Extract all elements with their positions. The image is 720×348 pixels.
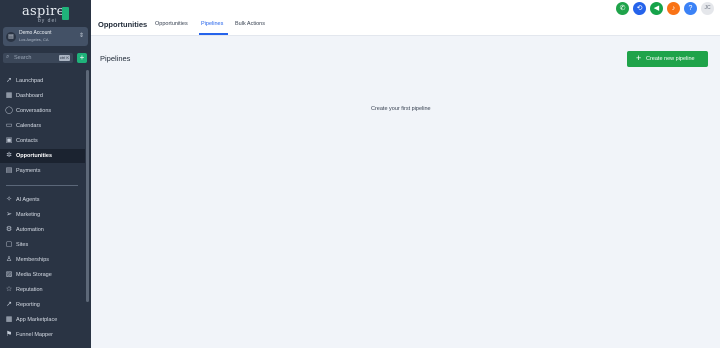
sidebar-item-reporting[interactable]: ↗ Reporting <box>0 298 85 312</box>
sidebar-item-label: Reputation <box>16 287 43 293</box>
megaphone-icon[interactable]: ◀ <box>650 2 663 15</box>
sidebar: aspire by dei ▤ Demo Account Los Angeles… <box>0 0 91 348</box>
quick-add-button[interactable]: + <box>77 53 87 63</box>
sidebar-item-automation[interactable]: ⚙ Automation <box>0 223 85 237</box>
app-logo[interactable]: aspire by dei <box>22 4 72 26</box>
sidebar-item-label: Media Storage <box>16 272 52 278</box>
search-shortcut-badge: ctrl K <box>58 55 70 61</box>
memberships-icon: ♙ <box>5 256 13 263</box>
search-icon: ⌕ <box>6 54 10 60</box>
marketing-icon: ➢ <box>6 211 12 218</box>
ai-agents-icon: ✧ <box>6 196 12 203</box>
user-avatar[interactable]: JC <box>701 2 714 15</box>
sidebar-item-payments[interactable]: ▤ Payments <box>0 164 85 178</box>
dashboard-icon: ▦ <box>5 92 13 99</box>
sync-icon[interactable]: ⟲ <box>633 2 646 15</box>
sidebar-item-marketing[interactable]: ➢ Marketing <box>0 208 85 222</box>
sidebar-item-label: Payments <box>16 168 41 174</box>
chevron-updown-icon: ⇕ <box>78 33 84 39</box>
chat-icon: ◯ <box>5 107 13 114</box>
search-input[interactable]: ⌕ Search ctrl K <box>3 53 73 63</box>
top-bar: Opportunities Opportunities Pipelines Bu… <box>91 0 720 36</box>
sidebar-item-label: Contacts <box>16 138 38 144</box>
phone-icon[interactable]: ✆ <box>616 2 629 15</box>
sidebar-item-sites[interactable]: ▢ Sites <box>0 238 85 252</box>
sidebar-item-reputation[interactable]: ☆ Reputation <box>0 283 85 297</box>
sidebar-item-label: Marketing <box>16 212 41 218</box>
help-icon[interactable]: ? <box>684 2 697 15</box>
sidebar-item-label: Reporting <box>16 302 40 308</box>
sidebar-item-label: Calendars <box>16 123 42 129</box>
funnel-icon: ⚑ <box>5 331 13 338</box>
active-tab-indicator <box>199 33 228 35</box>
rocket-icon: ➚ <box>6 77 12 84</box>
calendar-icon: ▭ <box>5 122 13 129</box>
sites-icon: ▢ <box>5 241 13 248</box>
marketplace-icon: ▦ <box>5 316 13 323</box>
logo-text: aspire <box>22 4 65 19</box>
bell-icon[interactable]: ♪ <box>667 2 680 15</box>
sidebar-item-label: Memberships <box>16 257 50 263</box>
logo-mark-icon <box>62 7 69 20</box>
opportunities-icon: ✲ <box>6 152 12 159</box>
tab-bulk-actions[interactable]: Bulk Actions <box>235 21 265 27</box>
sidebar-item-label: Launchpad <box>16 78 44 84</box>
payments-icon: ▤ <box>5 167 13 174</box>
sidebar-item-label: Sites <box>16 242 29 248</box>
sidebar-item-label: AI Agents <box>16 197 40 203</box>
section-title: Pipelines <box>100 54 131 63</box>
star-icon: ☆ <box>5 286 13 293</box>
media-icon: ▨ <box>5 271 13 278</box>
sidebar-item-funnel-mapper[interactable]: ⚑ Funnel Mapper <box>0 328 85 342</box>
sidebar-item-ai-agents[interactable]: ✧ AI Agents <box>0 193 85 207</box>
sidebar-item-label: Funnel Mapper <box>16 332 53 338</box>
sidebar-item-calendars[interactable]: ▭ Calendars <box>0 119 85 133</box>
sidebar-divider <box>6 185 78 186</box>
sidebar-item-contacts[interactable]: ▣ Contacts <box>0 134 85 148</box>
sidebar-item-label: Opportunities <box>16 153 53 159</box>
reporting-icon: ↗ <box>6 301 12 308</box>
sidebar-item-opportunities[interactable]: ✲ Opportunities <box>0 149 85 163</box>
sidebar-item-label: App Marketplace <box>16 317 58 323</box>
page-title: Opportunities <box>98 20 148 29</box>
create-pipeline-button[interactable]: + Create new pipeline <box>627 51 708 67</box>
sidebar-item-launchpad[interactable]: ➚ Launchpad <box>0 74 85 88</box>
logo-subtext: by dei <box>38 18 58 24</box>
sidebar-item-conversations[interactable]: ◯ Conversations <box>0 104 85 118</box>
account-name: Demo Account <box>19 30 52 36</box>
account-switcher[interactable]: ▤ Demo Account Los Angeles, CA ⇕ <box>3 27 88 46</box>
contacts-icon: ▣ <box>5 137 13 144</box>
search-placeholder: Search <box>14 55 32 61</box>
sidebar-item-app-marketplace[interactable]: ▦ App Marketplace <box>0 313 85 327</box>
sidebar-item-media-storage[interactable]: ▨ Media Storage <box>0 268 85 282</box>
sidebar-item-label: Dashboard <box>16 93 43 99</box>
tab-pipelines[interactable]: Pipelines <box>201 21 223 27</box>
tab-opportunities[interactable]: Opportunities <box>155 21 188 27</box>
create-pipeline-label: Create new pipeline <box>646 56 695 62</box>
sidebar-item-dashboard[interactable]: ▦ Dashboard <box>0 89 85 103</box>
sidebar-item-label: Conversations <box>16 108 52 114</box>
plus-icon: + <box>636 53 642 63</box>
sidebar-item-memberships[interactable]: ♙ Memberships <box>0 253 85 267</box>
account-location: Los Angeles, CA <box>19 37 49 42</box>
sidebar-scrollbar[interactable] <box>86 70 89 302</box>
empty-state-message: Create your first pipeline <box>371 106 431 112</box>
sidebar-item-label: Automation <box>16 227 44 233</box>
account-icon: ▤ <box>6 32 16 42</box>
automation-icon: ⚙ <box>5 226 13 233</box>
